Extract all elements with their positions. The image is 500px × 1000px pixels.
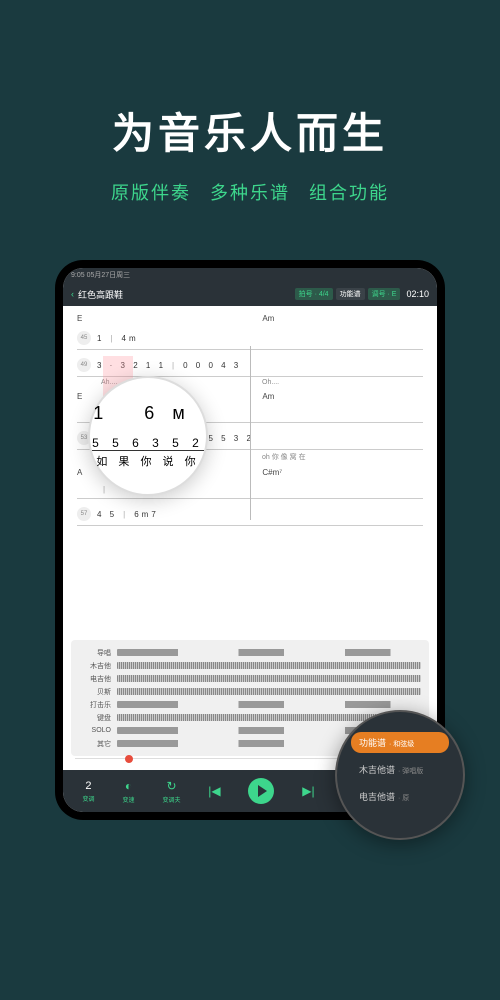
next-icon: ▶| xyxy=(301,784,315,798)
play-button[interactable] xyxy=(248,778,274,804)
top-bar: ‹ 红色高跟鞋 拍号 · 4/4功能谱调号 · E 02:10 xyxy=(63,282,437,306)
score-type-option[interactable]: 功能谱· 和弦级 xyxy=(351,732,449,753)
hero-title: 为音乐人而生 xyxy=(0,100,500,161)
prev-button[interactable]: |◀ xyxy=(207,784,221,798)
song-title: 红色高跟鞋 xyxy=(78,288,295,301)
repeat-control[interactable]: ↻ 变调夫 xyxy=(162,779,180,804)
speedometer-icon: ◐ xyxy=(121,779,135,793)
track-row[interactable]: 导唱 xyxy=(79,646,421,659)
track-row[interactable]: 木吉他 xyxy=(79,659,421,672)
score-type-option[interactable]: 电吉他谱· 原 xyxy=(351,786,449,807)
zoom-magnifier: 1 6ᴍ 5 5 6 3 5 2 如 果 你 说 你 xyxy=(88,376,208,496)
track-row[interactable]: 电吉他 xyxy=(79,672,421,685)
repeat-icon: ↻ xyxy=(164,779,178,793)
badge[interactable]: 拍号 · 4/4 xyxy=(295,288,333,300)
badge[interactable]: 功能谱 xyxy=(336,288,365,300)
track-row[interactable]: 贝斯 xyxy=(79,685,421,698)
tablet-frame: 9:05 05月27日周三 ‹ 红色高跟鞋 拍号 · 4/4功能谱调号 · E … xyxy=(55,260,445,820)
back-button[interactable]: ‹ xyxy=(71,289,74,299)
badge[interactable]: 调号 · E xyxy=(368,288,401,300)
status-bar: 9:05 05月27日周三 xyxy=(63,268,437,282)
track-row[interactable]: 打击乐 xyxy=(79,698,421,711)
sheet-music-area[interactable]: EAm451|4m493 · 3 2 1 1|0 0 0 4 3Ah....Oh… xyxy=(63,306,437,640)
score-type-popup: 功能谱· 和弦级木吉他谱· 弹唱版电吉他谱· 原 xyxy=(335,710,465,840)
prev-icon: |◀ xyxy=(207,784,221,798)
playback-time: 02:10 xyxy=(406,289,429,299)
scrubber-handle[interactable] xyxy=(125,755,133,763)
next-button[interactable]: ▶| xyxy=(301,784,315,798)
score-type-option[interactable]: 木吉他谱· 弹唱版 xyxy=(351,759,449,780)
tempo-control[interactable]: ◐ 变速 xyxy=(121,779,135,804)
hero-subtitle: 原版伴奏 多种乐谱 组合功能 xyxy=(0,179,500,205)
transpose-control[interactable]: 2 变调 xyxy=(82,780,94,803)
